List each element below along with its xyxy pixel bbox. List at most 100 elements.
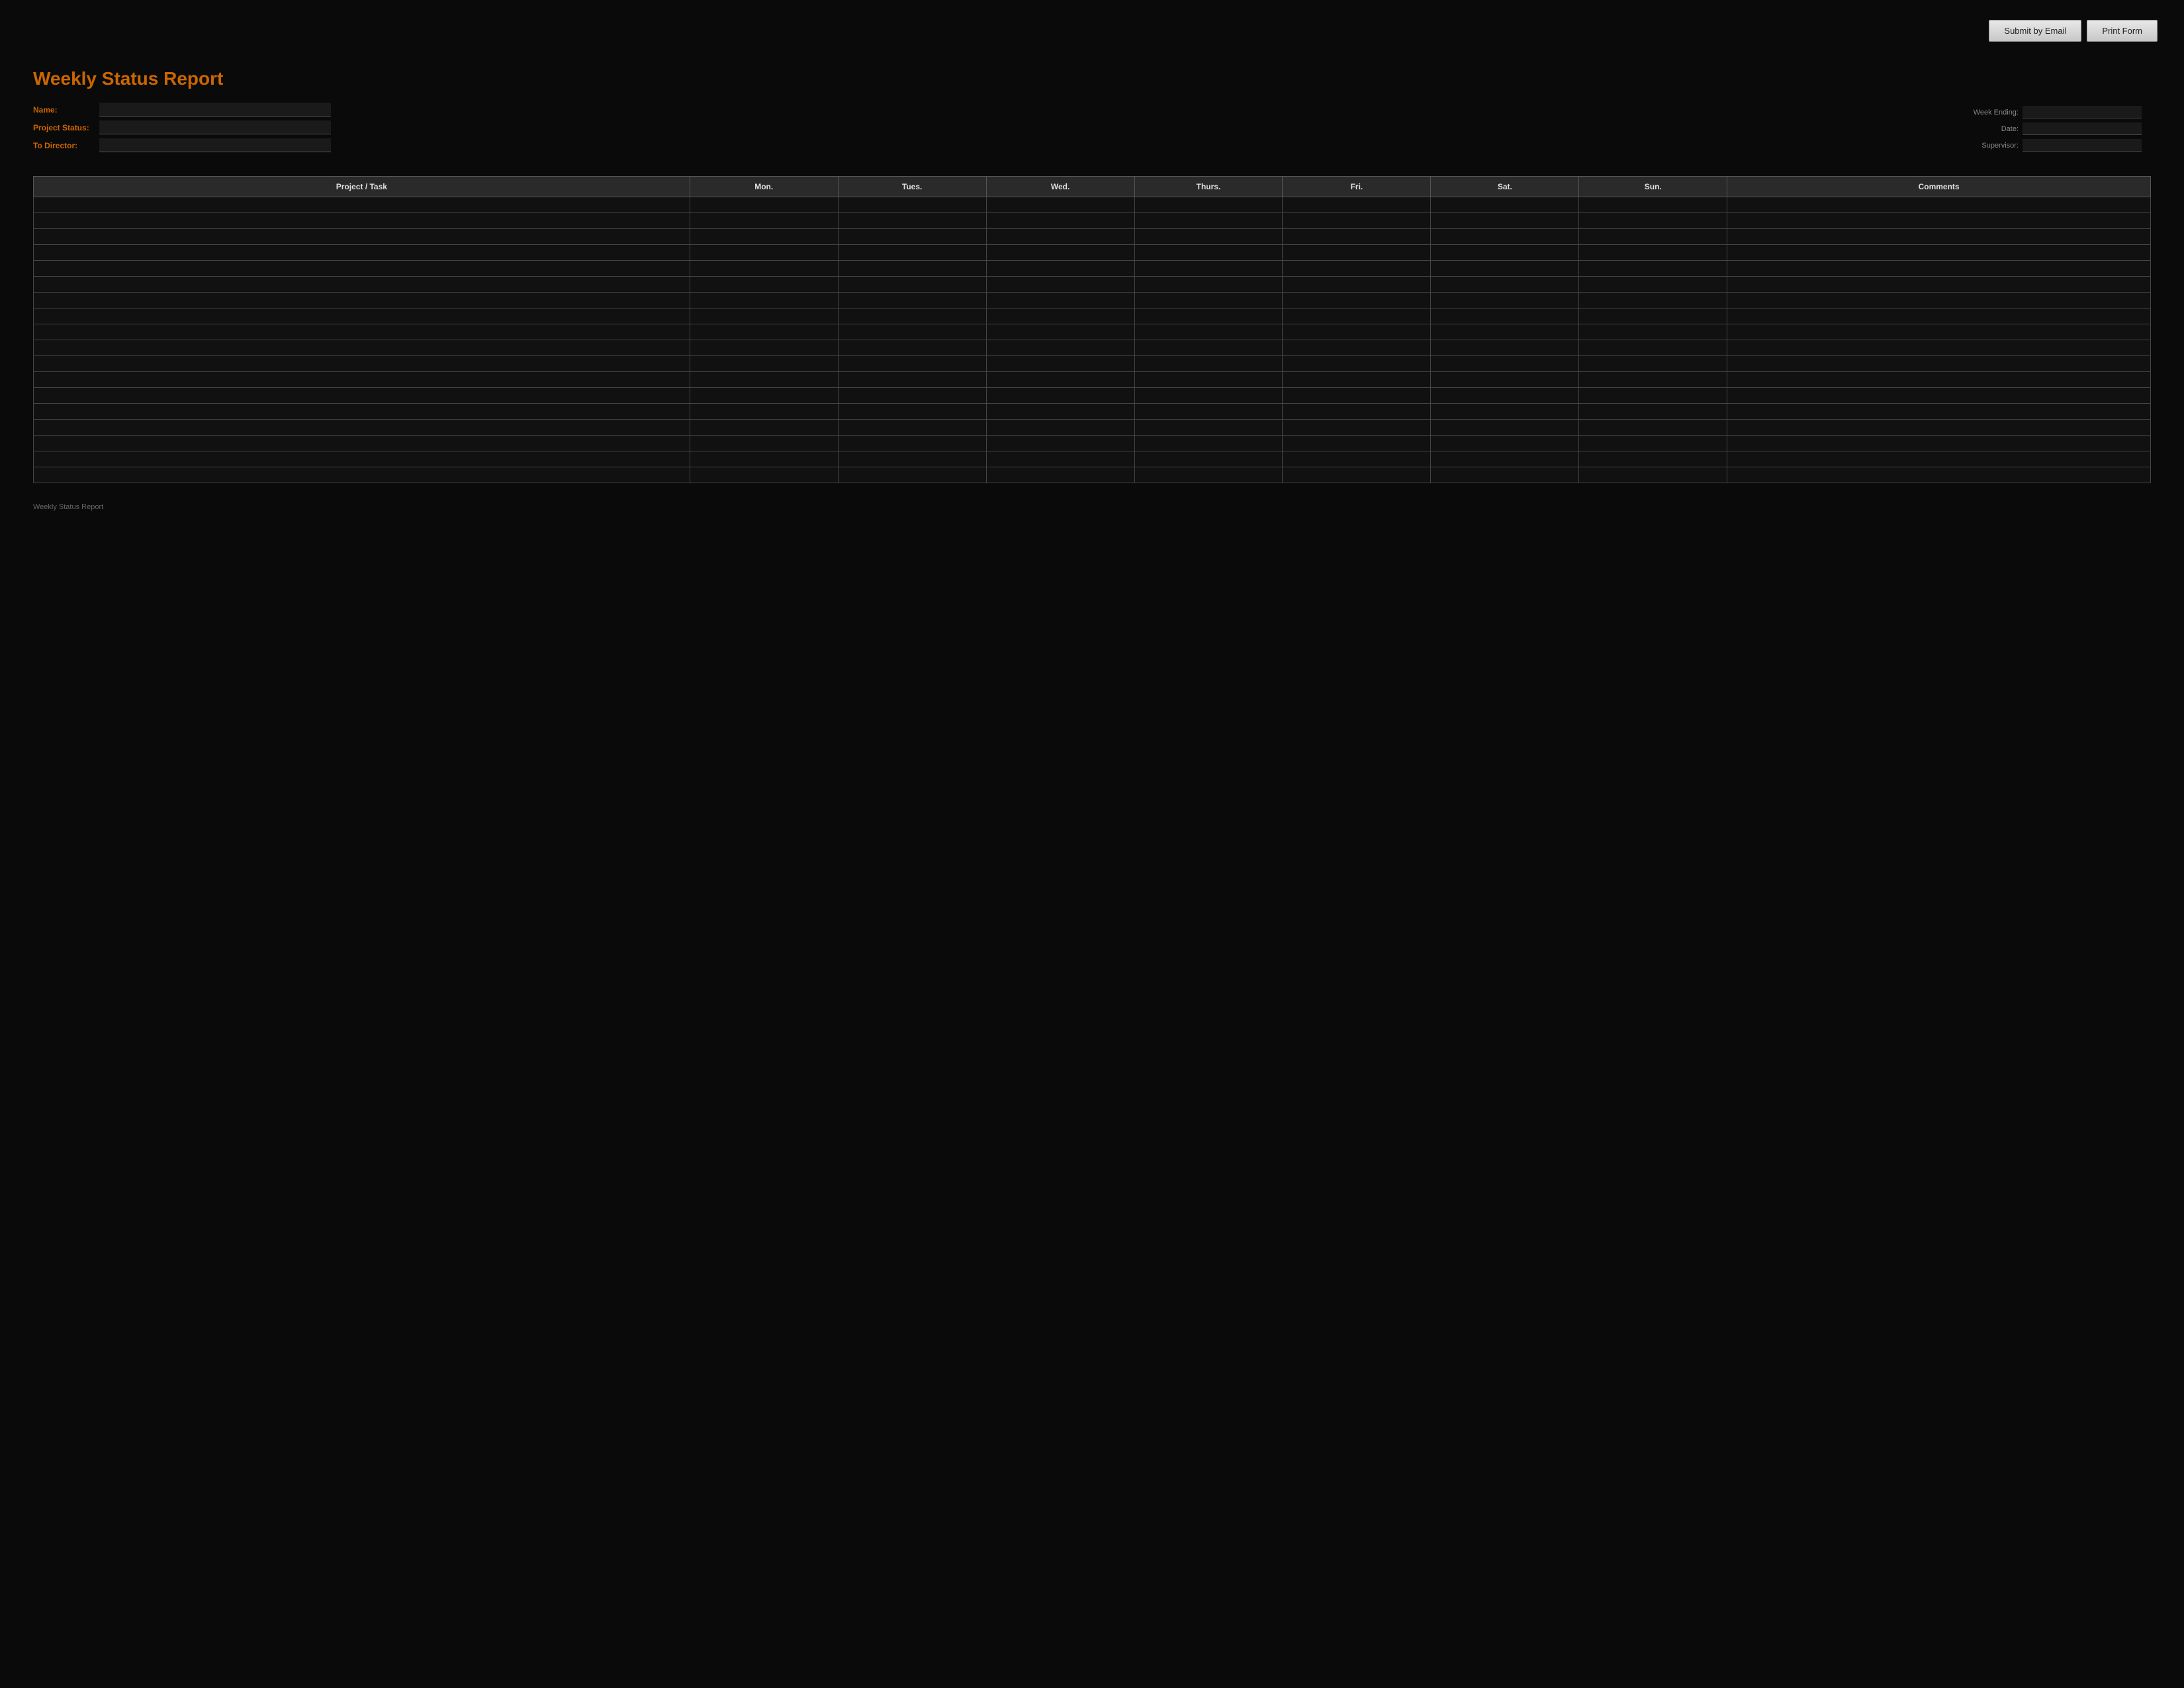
- comments-cell-input[interactable]: [1727, 404, 2150, 419]
- wed-cell-input[interactable]: [987, 436, 1134, 451]
- sat-cell-input[interactable]: [1431, 436, 1578, 451]
- project-task-cell-input[interactable]: [34, 388, 690, 403]
- mon-cell-input[interactable]: [690, 436, 838, 451]
- fri-cell-input[interactable]: [1283, 388, 1430, 403]
- to-director-input[interactable]: [99, 138, 331, 152]
- project-task-cell-input[interactable]: [34, 293, 690, 308]
- sat-cell-input[interactable]: [1431, 451, 1578, 467]
- thurs-cell-input[interactable]: [1135, 324, 1283, 340]
- project-task-cell-input[interactable]: [34, 372, 690, 387]
- sun-cell-input[interactable]: [1579, 388, 1727, 403]
- thurs-cell-input[interactable]: [1135, 420, 1283, 435]
- wed-cell-input[interactable]: [987, 229, 1134, 244]
- mon-cell-input[interactable]: [690, 277, 838, 292]
- submit-email-button[interactable]: Submit by Email: [1989, 20, 2081, 42]
- thurs-cell-input[interactable]: [1135, 261, 1283, 276]
- tues-cell-input[interactable]: [839, 261, 986, 276]
- week-ending-input[interactable]: [2023, 106, 2142, 118]
- comments-cell-input[interactable]: [1727, 229, 2150, 244]
- tues-cell-input[interactable]: [839, 436, 986, 451]
- project-task-cell-input[interactable]: [34, 404, 690, 419]
- thurs-cell-input[interactable]: [1135, 388, 1283, 403]
- fri-cell-input[interactable]: [1283, 245, 1430, 260]
- thurs-cell-input[interactable]: [1135, 308, 1283, 324]
- mon-cell-input[interactable]: [690, 293, 838, 308]
- sun-cell-input[interactable]: [1579, 436, 1727, 451]
- wed-cell-input[interactable]: [987, 245, 1134, 260]
- wed-cell-input[interactable]: [987, 404, 1134, 419]
- comments-cell-input[interactable]: [1727, 245, 2150, 260]
- mon-cell-input[interactable]: [690, 467, 838, 483]
- sat-cell-input[interactable]: [1431, 197, 1578, 212]
- project-task-cell-input[interactable]: [34, 197, 690, 212]
- fri-cell-input[interactable]: [1283, 451, 1430, 467]
- thurs-cell-input[interactable]: [1135, 436, 1283, 451]
- fri-cell-input[interactable]: [1283, 324, 1430, 340]
- comments-cell-input[interactable]: [1727, 293, 2150, 308]
- project-task-cell-input[interactable]: [34, 308, 690, 324]
- mon-cell-input[interactable]: [690, 388, 838, 403]
- comments-cell-input[interactable]: [1727, 372, 2150, 387]
- thurs-cell-input[interactable]: [1135, 277, 1283, 292]
- thurs-cell-input[interactable]: [1135, 372, 1283, 387]
- wed-cell-input[interactable]: [987, 324, 1134, 340]
- sat-cell-input[interactable]: [1431, 340, 1578, 355]
- wed-cell-input[interactable]: [987, 356, 1134, 371]
- sun-cell-input[interactable]: [1579, 467, 1727, 483]
- tues-cell-input[interactable]: [839, 467, 986, 483]
- supervisor-input[interactable]: [2023, 139, 2142, 152]
- fri-cell-input[interactable]: [1283, 356, 1430, 371]
- fri-cell-input[interactable]: [1283, 467, 1430, 483]
- sat-cell-input[interactable]: [1431, 420, 1578, 435]
- fri-cell-input[interactable]: [1283, 293, 1430, 308]
- fri-cell-input[interactable]: [1283, 436, 1430, 451]
- wed-cell-input[interactable]: [987, 308, 1134, 324]
- sat-cell-input[interactable]: [1431, 277, 1578, 292]
- fri-cell-input[interactable]: [1283, 213, 1430, 228]
- project-task-cell-input[interactable]: [34, 451, 690, 467]
- wed-cell-input[interactable]: [987, 467, 1134, 483]
- project-task-cell-input[interactable]: [34, 324, 690, 340]
- mon-cell-input[interactable]: [690, 340, 838, 355]
- comments-cell-input[interactable]: [1727, 420, 2150, 435]
- tues-cell-input[interactable]: [839, 451, 986, 467]
- wed-cell-input[interactable]: [987, 420, 1134, 435]
- mon-cell-input[interactable]: [690, 213, 838, 228]
- sun-cell-input[interactable]: [1579, 451, 1727, 467]
- wed-cell-input[interactable]: [987, 277, 1134, 292]
- tues-cell-input[interactable]: [839, 245, 986, 260]
- sun-cell-input[interactable]: [1579, 293, 1727, 308]
- mon-cell-input[interactable]: [690, 372, 838, 387]
- thurs-cell-input[interactable]: [1135, 404, 1283, 419]
- project-task-cell-input[interactable]: [34, 213, 690, 228]
- mon-cell-input[interactable]: [690, 229, 838, 244]
- sat-cell-input[interactable]: [1431, 388, 1578, 403]
- date-input[interactable]: [2023, 122, 2142, 135]
- tues-cell-input[interactable]: [839, 308, 986, 324]
- sun-cell-input[interactable]: [1579, 197, 1727, 212]
- thurs-cell-input[interactable]: [1135, 356, 1283, 371]
- fri-cell-input[interactable]: [1283, 420, 1430, 435]
- comments-cell-input[interactable]: [1727, 467, 2150, 483]
- project-task-cell-input[interactable]: [34, 261, 690, 276]
- comments-cell-input[interactable]: [1727, 436, 2150, 451]
- tues-cell-input[interactable]: [839, 420, 986, 435]
- comments-cell-input[interactable]: [1727, 324, 2150, 340]
- sat-cell-input[interactable]: [1431, 293, 1578, 308]
- sun-cell-input[interactable]: [1579, 261, 1727, 276]
- sat-cell-input[interactable]: [1431, 356, 1578, 371]
- tues-cell-input[interactable]: [839, 324, 986, 340]
- project-task-cell-input[interactable]: [34, 356, 690, 371]
- comments-cell-input[interactable]: [1727, 308, 2150, 324]
- mon-cell-input[interactable]: [690, 261, 838, 276]
- print-form-button[interactable]: Print Form: [2087, 20, 2158, 42]
- sat-cell-input[interactable]: [1431, 467, 1578, 483]
- sun-cell-input[interactable]: [1579, 213, 1727, 228]
- thurs-cell-input[interactable]: [1135, 293, 1283, 308]
- project-task-cell-input[interactable]: [34, 245, 690, 260]
- comments-cell-input[interactable]: [1727, 277, 2150, 292]
- sat-cell-input[interactable]: [1431, 229, 1578, 244]
- sat-cell-input[interactable]: [1431, 372, 1578, 387]
- mon-cell-input[interactable]: [690, 356, 838, 371]
- sun-cell-input[interactable]: [1579, 356, 1727, 371]
